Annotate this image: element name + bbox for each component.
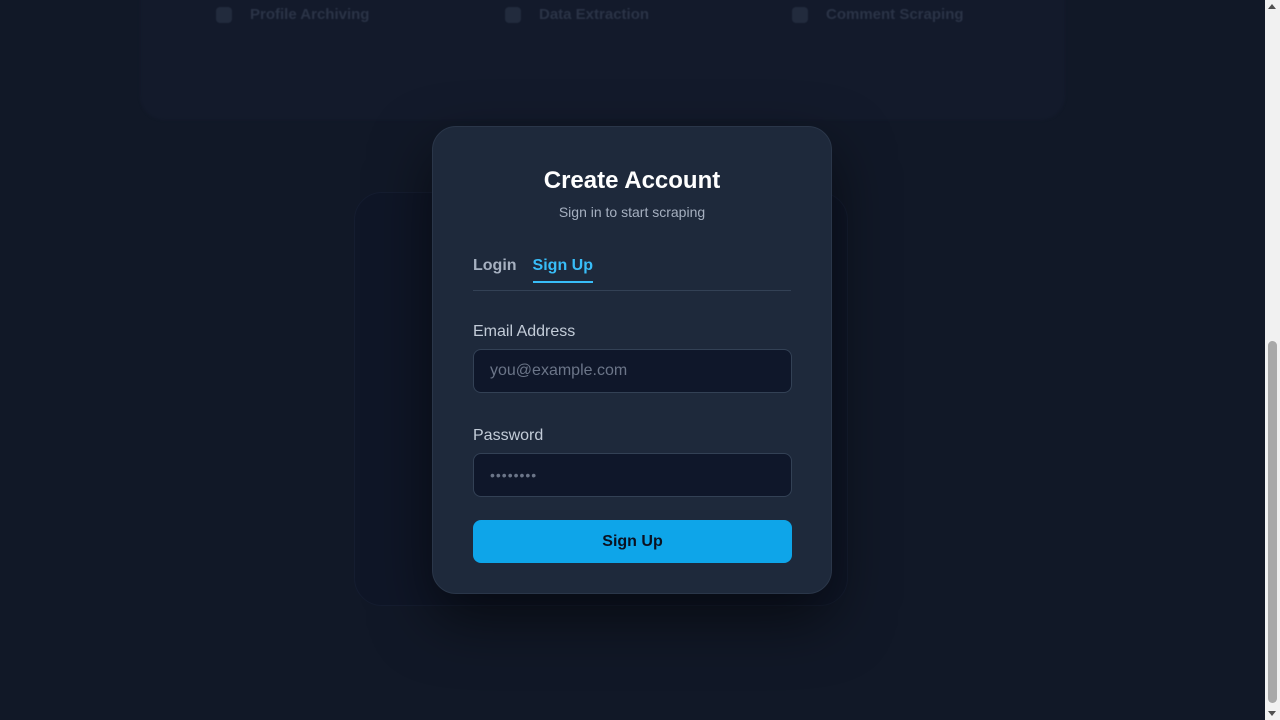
auth-modal: Create Account Sign in to start scraping… (432, 126, 832, 594)
archive-icon (216, 6, 232, 23)
scroll-thumb[interactable] (1268, 341, 1277, 703)
modal-subtitle: Sign in to start scraping (558, 204, 706, 220)
password-field[interactable] (473, 453, 792, 497)
tab-login[interactable]: Login (473, 251, 517, 283)
scroll-down-icon[interactable] (1268, 711, 1276, 716)
password-label: Password (473, 427, 544, 444)
sign-up-button[interactable]: Sign Up (473, 520, 792, 563)
email-label: Email Address (473, 323, 576, 340)
feature-item-data-extraction: Data Extraction (505, 6, 649, 23)
feature-label: Profile Archiving (250, 6, 370, 23)
auth-tabs: Login Sign Up (473, 251, 791, 291)
database-icon (505, 6, 521, 23)
tab-sign-up[interactable]: Sign Up (532, 251, 593, 283)
feature-label: Comment Scraping (826, 6, 964, 23)
feature-label: Data Extraction (539, 6, 650, 23)
feature-item-comment-scraping: Comment Scraping (792, 6, 964, 23)
email-field[interactable] (473, 349, 792, 393)
feature-item-profile-archiving: Profile Archiving (216, 6, 369, 23)
modal-title: Create Account (543, 167, 721, 194)
comment-icon (792, 6, 808, 23)
scroll-up-icon[interactable] (1268, 4, 1276, 9)
page-scrollbar[interactable] (1265, 0, 1280, 720)
